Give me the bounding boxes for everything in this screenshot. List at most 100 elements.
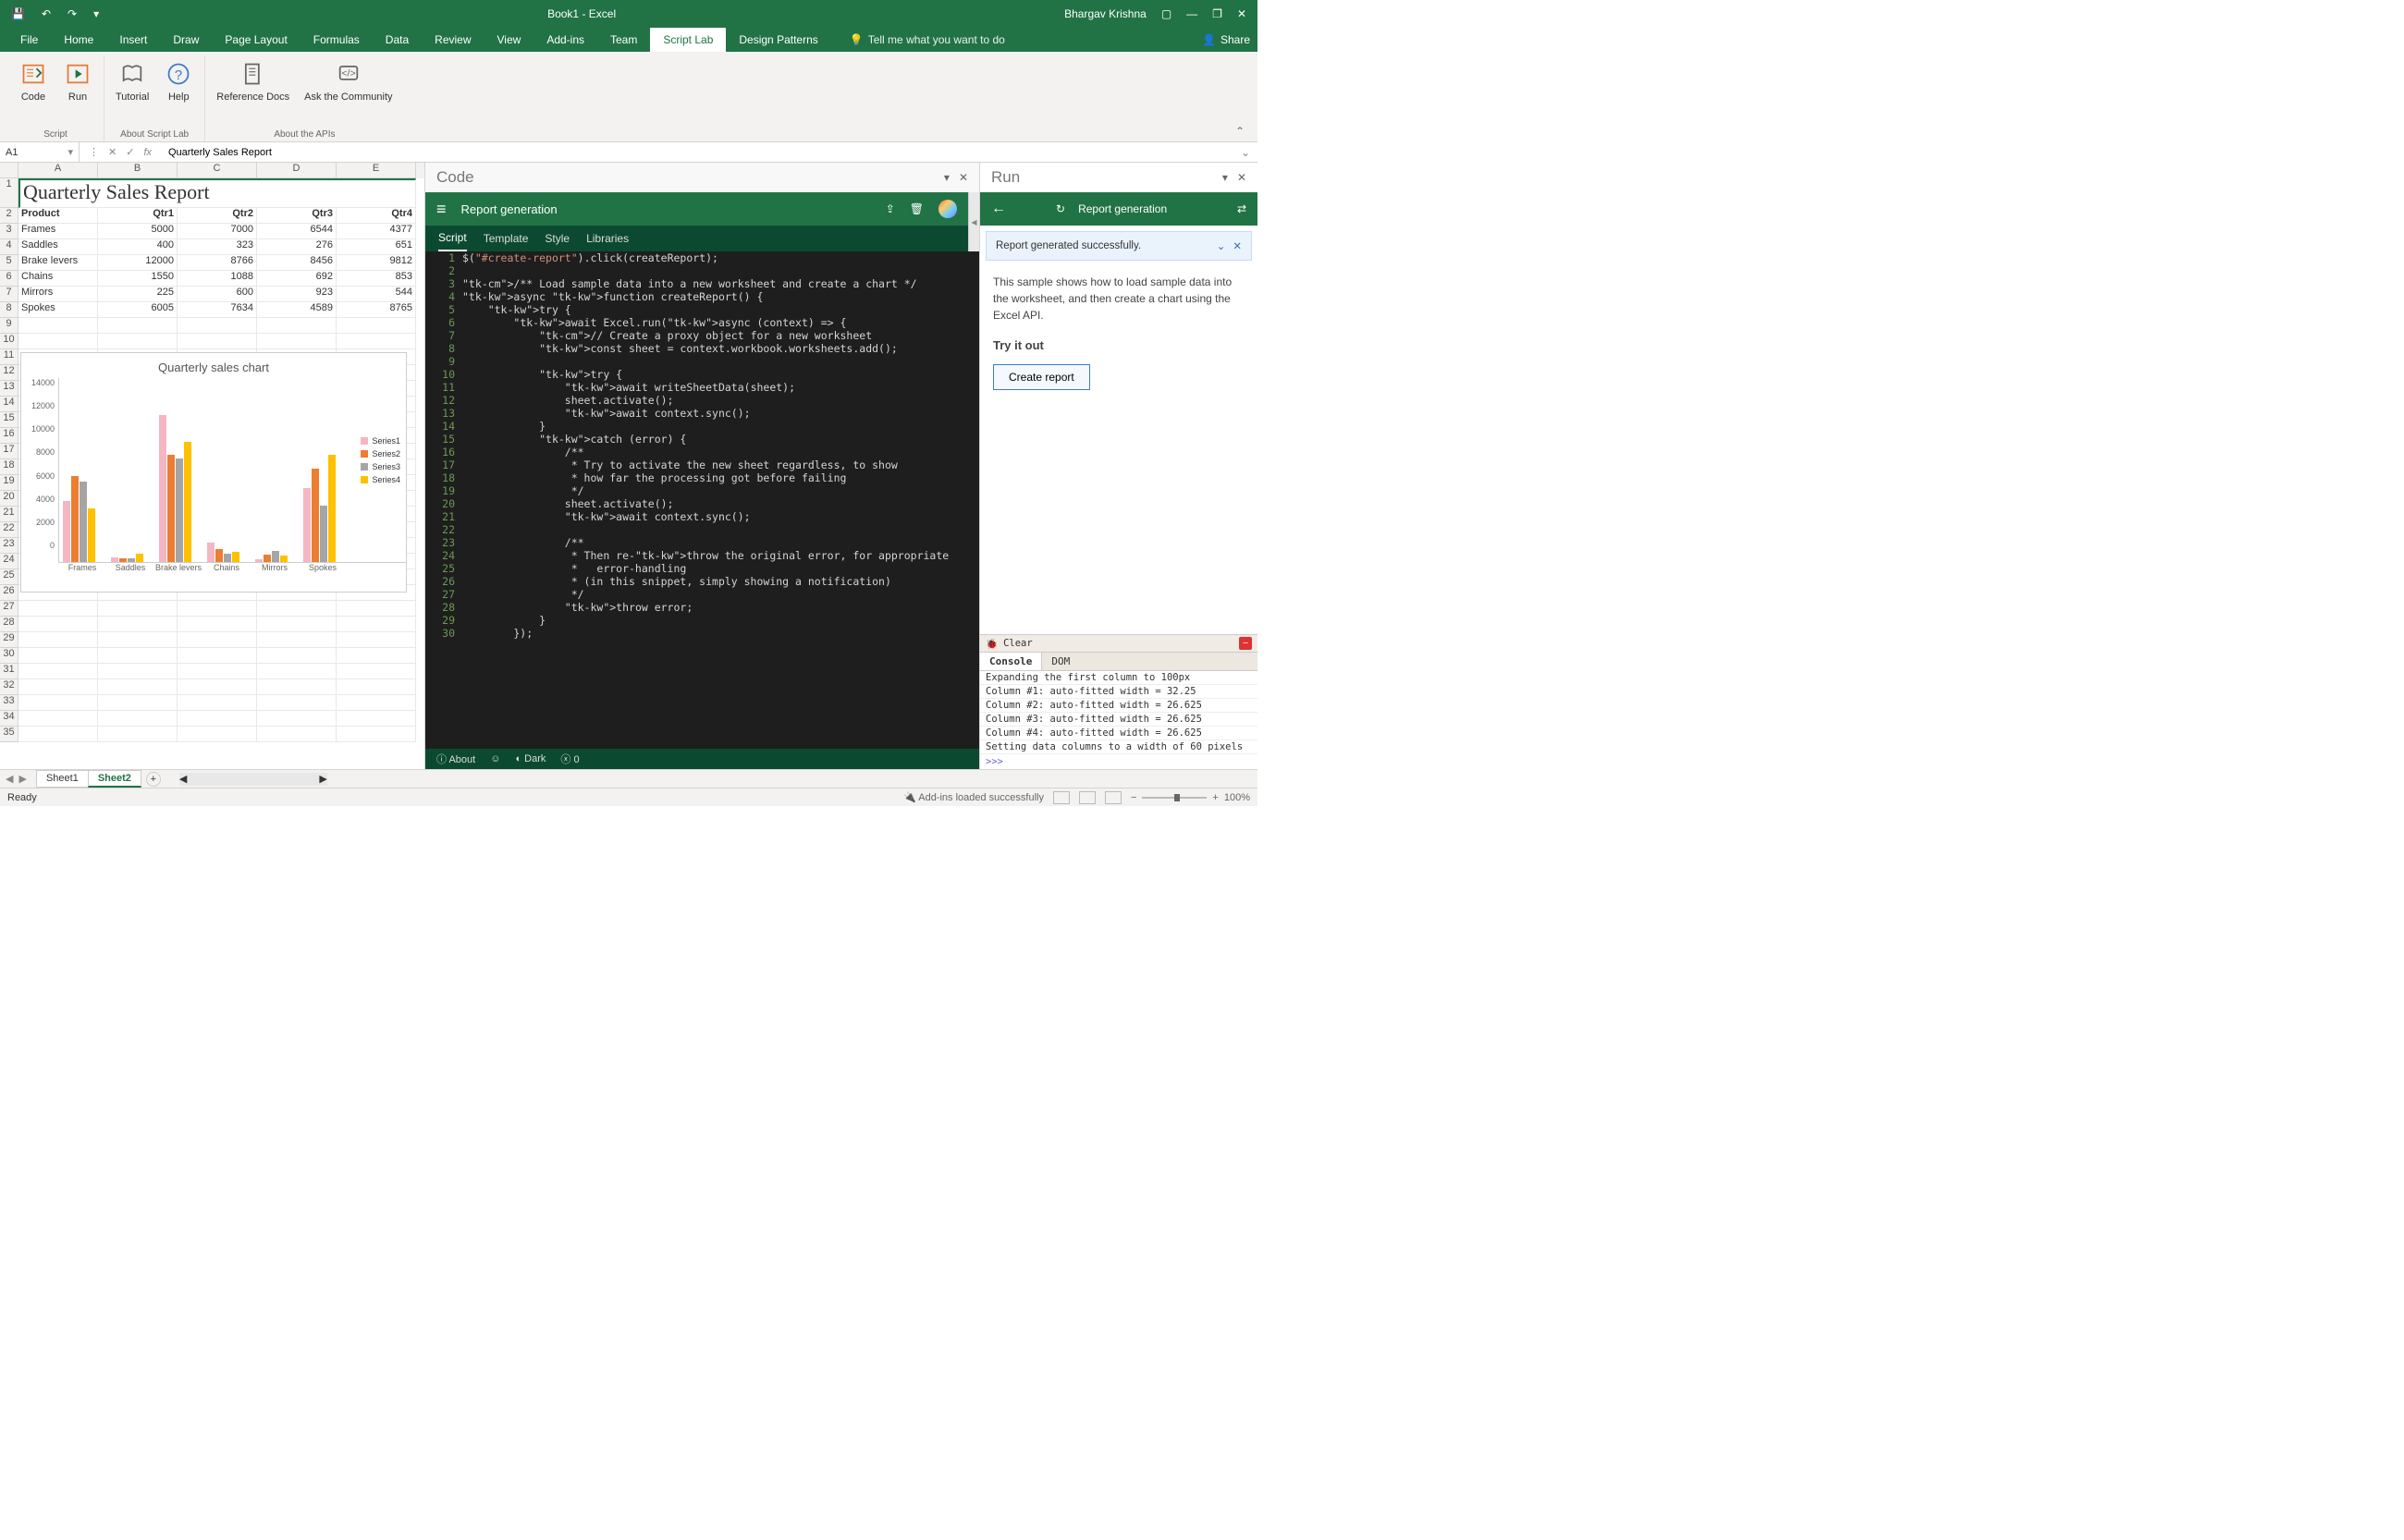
theme-toggle[interactable]: ◐ Dark xyxy=(515,753,546,764)
row-header[interactable]: 34 xyxy=(0,711,18,727)
data-cell[interactable]: 4589 xyxy=(257,302,337,318)
row-header[interactable]: 3 xyxy=(0,224,18,239)
formula-cancel-icon[interactable]: ✕ xyxy=(108,146,117,158)
data-cell[interactable]: 8456 xyxy=(257,255,337,271)
column-headers[interactable]: ABCDE xyxy=(0,163,424,178)
row-header[interactable]: 15 xyxy=(0,412,18,428)
row-header[interactable]: 8 xyxy=(0,302,18,318)
horizontal-scrollbar[interactable]: ◀▶ xyxy=(179,773,327,786)
formula-expand-icon[interactable]: ⌄ xyxy=(1233,146,1257,159)
code-tab-libraries[interactable]: Libraries xyxy=(586,232,629,245)
col-header[interactable]: D xyxy=(257,163,337,178)
create-report-button[interactable]: Create report xyxy=(993,364,1090,390)
row-header[interactable]: 21 xyxy=(0,507,18,522)
tab-insert[interactable]: Insert xyxy=(106,28,160,52)
row-header[interactable]: 11 xyxy=(0,349,18,365)
tab-view[interactable]: View xyxy=(484,28,534,52)
notice-chevron-icon[interactable]: ⌄ xyxy=(1217,239,1226,252)
data-cell[interactable]: 7000 xyxy=(178,224,257,239)
formula-input[interactable] xyxy=(161,147,1233,158)
header-cell[interactable]: Qtr4 xyxy=(337,208,416,224)
data-cell[interactable]: Mirrors xyxy=(18,287,98,302)
row-header[interactable]: 4 xyxy=(0,239,18,255)
row-header[interactable]: 9 xyxy=(0,318,18,334)
data-cell[interactable]: Chains xyxy=(18,271,98,287)
row-header[interactable]: 30 xyxy=(0,648,18,664)
code-tab-template[interactable]: Template xyxy=(484,232,529,245)
code-button[interactable]: Code xyxy=(13,55,54,128)
console-close-icon[interactable]: — xyxy=(1239,637,1252,650)
sheet-tab-sheet1[interactable]: Sheet1 xyxy=(36,770,89,788)
title-cell[interactable]: Quarterly Sales Report xyxy=(18,178,416,208)
code-tab-style[interactable]: Style xyxy=(545,232,570,245)
user-avatar[interactable] xyxy=(938,200,957,218)
data-cell[interactable]: 4377 xyxy=(337,224,416,239)
data-cell[interactable]: 1088 xyxy=(178,271,257,287)
tab-draw[interactable]: Draw xyxy=(160,28,212,52)
zoom-control[interactable]: − + 100% xyxy=(1131,792,1250,803)
row-header[interactable]: 23 xyxy=(0,538,18,554)
tab-formulas[interactable]: Formulas xyxy=(300,28,373,52)
data-cell[interactable]: 7634 xyxy=(178,302,257,318)
tab-script-lab[interactable]: Script Lab xyxy=(650,28,726,52)
data-cell[interactable]: 544 xyxy=(337,287,416,302)
data-cell[interactable]: 6544 xyxy=(257,224,337,239)
formula-enter-icon[interactable]: ✓ xyxy=(126,146,134,158)
collapse-ribbon-icon[interactable]: ⌃ xyxy=(1230,121,1250,141)
row-header[interactable]: 22 xyxy=(0,522,18,538)
tab-home[interactable]: Home xyxy=(51,28,106,52)
fx-icon[interactable]: fx xyxy=(143,147,152,158)
row-header[interactable]: 5 xyxy=(0,255,18,271)
row-header[interactable]: 12 xyxy=(0,365,18,381)
row-header[interactable]: 33 xyxy=(0,695,18,711)
formula-dropdown-icon[interactable]: ⋮ xyxy=(89,146,99,158)
row-header[interactable]: 1 xyxy=(0,178,18,208)
sheet-nav-prev-icon[interactable]: ◀ xyxy=(6,773,13,785)
data-cell[interactable]: 12000 xyxy=(98,255,178,271)
row-header[interactable]: 6 xyxy=(0,271,18,287)
zoom-level[interactable]: 100% xyxy=(1224,792,1250,803)
data-cell[interactable]: 276 xyxy=(257,239,337,255)
col-header[interactable]: E xyxy=(337,163,416,178)
hamburger-icon[interactable]: ≡ xyxy=(436,200,447,219)
data-cell[interactable]: 5000 xyxy=(98,224,178,239)
row-header[interactable]: 25 xyxy=(0,569,18,585)
qat-dropdown-icon[interactable]: ▾ xyxy=(93,7,99,20)
ribbon-display-icon[interactable]: ▢ xyxy=(1161,7,1171,20)
tab-review[interactable]: Review xyxy=(422,28,484,52)
about-link[interactable]: ⓘ About xyxy=(436,752,475,766)
row-header[interactable]: 2 xyxy=(0,208,18,224)
user-name[interactable]: Bhargav Krishna xyxy=(1064,7,1147,20)
data-cell[interactable]: 600 xyxy=(178,287,257,302)
page-break-view-button[interactable] xyxy=(1105,791,1122,804)
code-pane-close-icon[interactable]: ✕ xyxy=(959,171,968,184)
reload-icon[interactable]: ↻ xyxy=(1056,202,1065,215)
data-cell[interactable]: Saddles xyxy=(18,239,98,255)
data-cell[interactable]: 1550 xyxy=(98,271,178,287)
tutorial-button[interactable]: Tutorial xyxy=(110,55,154,128)
tab-design-patterns[interactable]: Design Patterns xyxy=(726,28,830,52)
data-cell[interactable]: 9812 xyxy=(337,255,416,271)
data-cell[interactable]: 923 xyxy=(257,287,337,302)
col-header[interactable]: C xyxy=(178,163,257,178)
data-cell[interactable]: 8765 xyxy=(337,302,416,318)
run-pane-menu-icon[interactable]: ▾ xyxy=(1222,171,1228,184)
row-header[interactable]: 27 xyxy=(0,601,18,617)
back-icon[interactable]: ← xyxy=(991,201,1006,217)
row-header[interactable]: 18 xyxy=(0,459,18,475)
run-pane-close-icon[interactable]: ✕ xyxy=(1237,171,1246,184)
row-header[interactable]: 16 xyxy=(0,428,18,444)
share-button[interactable]: 👤 Share xyxy=(1202,33,1250,46)
tab-data[interactable]: Data xyxy=(373,28,422,52)
console-tab-dom[interactable]: DOM xyxy=(1042,653,1079,670)
tab-add-ins[interactable]: Add-ins xyxy=(534,28,597,52)
delete-snippet-icon[interactable]: 🗑 xyxy=(910,202,924,215)
data-cell[interactable]: 323 xyxy=(178,239,257,255)
row-header[interactable]: 28 xyxy=(0,617,18,632)
zoom-out-icon[interactable]: − xyxy=(1131,792,1136,803)
sheet-tab-sheet2[interactable]: Sheet2 xyxy=(88,770,141,788)
row-header[interactable]: 19 xyxy=(0,475,18,491)
row-header[interactable]: 26 xyxy=(0,585,18,601)
data-cell[interactable]: Frames xyxy=(18,224,98,239)
data-cell[interactable]: 692 xyxy=(257,271,337,287)
